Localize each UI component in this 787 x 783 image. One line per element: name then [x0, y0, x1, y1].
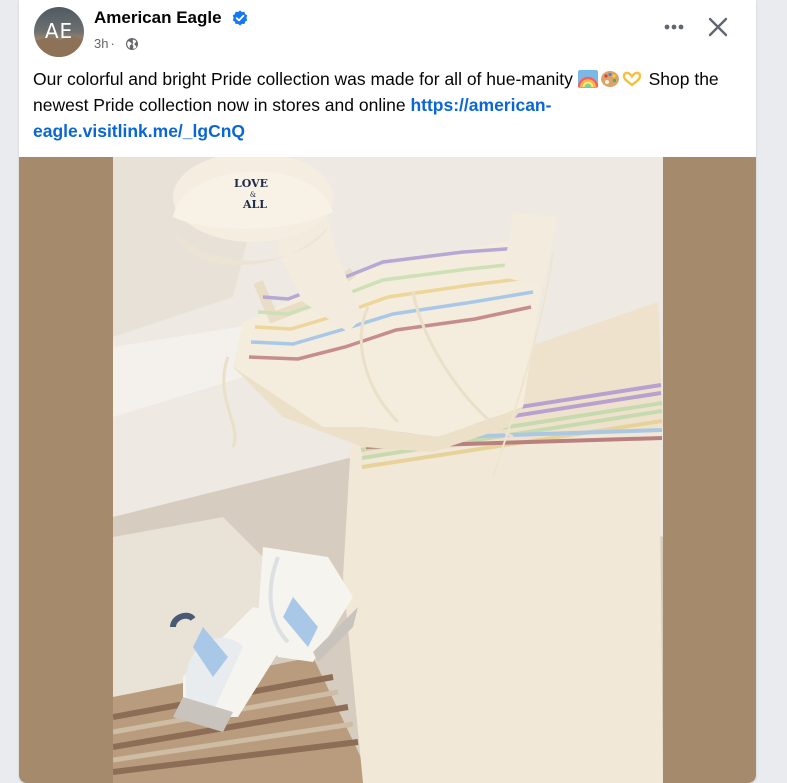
heart-hands-emoji-icon: [622, 71, 641, 87]
page-name[interactable]: American Eagle: [94, 8, 222, 28]
page-avatar[interactable]: AE: [34, 7, 84, 57]
meta-separator: ·: [110, 36, 115, 51]
post-message: Our colorful and bright Pride collection…: [33, 66, 745, 144]
cap-text-love: LOVE: [234, 177, 268, 190]
post-time[interactable]: 3h: [94, 36, 108, 51]
more-dots-icon: [664, 24, 684, 30]
more-options-button[interactable]: [659, 12, 689, 42]
post-photo[interactable]: LOVE & ALL: [19, 157, 756, 783]
globe-icon: [126, 38, 138, 50]
close-icon: [708, 17, 728, 37]
post-header: AE American Eagle 3h ·: [19, 0, 756, 64]
post-emojis: [577, 69, 649, 89]
post-text-before: Our colorful and bright Pride collection…: [33, 69, 573, 89]
cap-text-all: ALL: [242, 198, 267, 211]
artist-palette-emoji-icon: [600, 71, 619, 87]
avatar-initials: AE: [44, 19, 74, 43]
rainbow-emoji-icon: [577, 70, 598, 88]
post-meta: 3h ·: [94, 36, 117, 51]
product-photo-image: LOVE & ALL: [113, 157, 663, 783]
facebook-post: AE American Eagle 3h · Our colorful and …: [19, 0, 756, 783]
verified-badge-icon: [232, 10, 248, 26]
close-button[interactable]: [703, 12, 733, 42]
